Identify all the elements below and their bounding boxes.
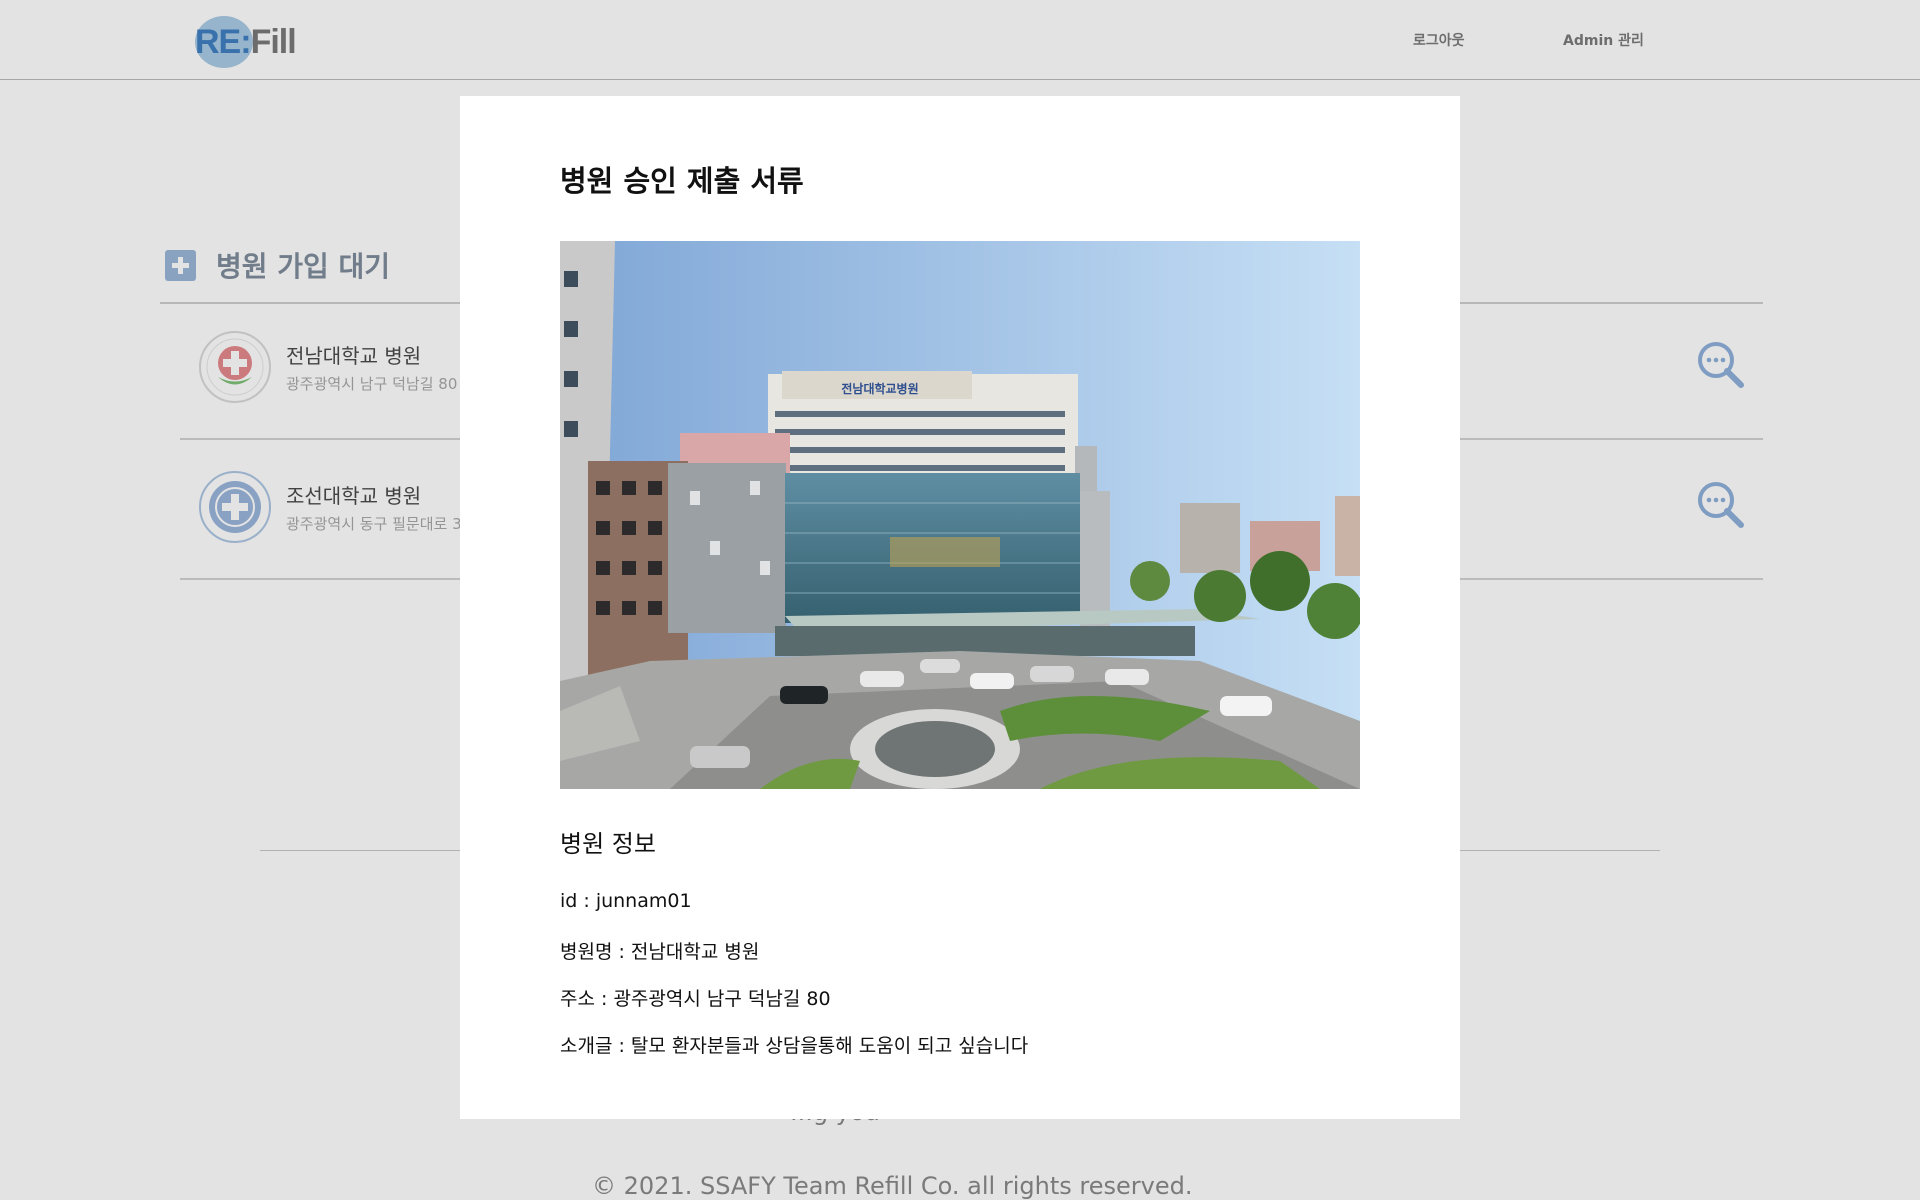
hospital-id-text: id : junnam01 [560,890,692,912]
hospital-name-text: 병원명 : 전남대학교 병원 [560,941,760,963]
photo-building-sign: 전남대학교병원 [841,381,918,396]
modal-title: 병원 승인 제출 서류 [560,164,804,198]
hospital-info-heading: 병원 정보 [560,830,656,858]
approval-documents-modal: 병원 승인 제출 서류 전남대학교병원 병원 정보 id: junnam01 … [460,96,1460,1119]
hospital-building-photo: 전남대학교병원 [560,241,1360,789]
hospital-address-text: 주소 : 광주광역시 남구 덕남길 80 [560,988,831,1010]
hospital-intro-text: 소개글 : 탈모 환자분들과 상담을통해 도움이 되고 싶습니다 [560,1035,1029,1057]
